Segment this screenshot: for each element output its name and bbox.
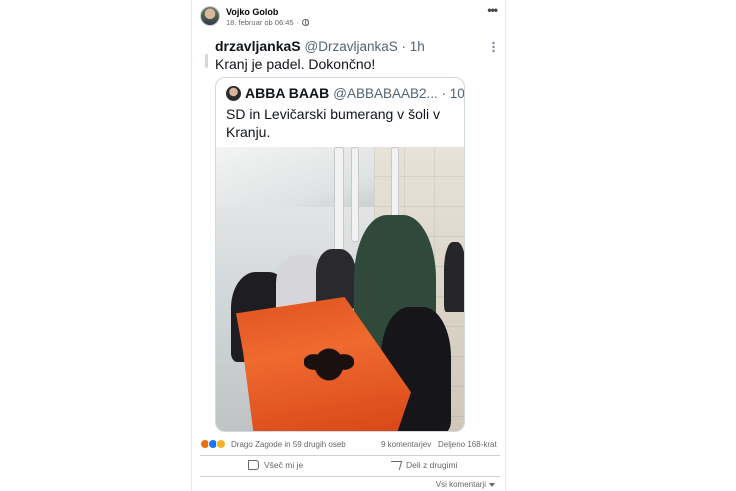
- share-arrow-icon: [388, 460, 403, 470]
- quoted-tweet-author-handle: @ABBABAAB2... · 10h: [333, 85, 465, 101]
- embedded-tweet-image[interactable]: drzavljankaS @DrzavljankaS · 1h Kranj je…: [205, 34, 495, 432]
- like-button[interactable]: Všeč mi je: [248, 460, 303, 470]
- reactors-text[interactable]: Drago Zagode in 59 drugih oseb: [231, 440, 346, 449]
- post-meta: 18. februar ob 06:45 ·: [226, 18, 310, 27]
- share-button-label: Deli z drugimi: [406, 460, 458, 470]
- quoted-tweet-text: SD in Levičarski bumerang v šoli v Kranj…: [226, 106, 440, 140]
- globe-icon: [302, 19, 310, 26]
- photo-pipe: [391, 147, 399, 222]
- reaction-icons[interactable]: [200, 439, 226, 449]
- like-button-label: Všeč mi je: [264, 460, 304, 470]
- photo-ceiling: [216, 147, 386, 207]
- quoted-tweet-header: ABBA BAAB @ABBABAAB2... · 10h: [226, 85, 465, 101]
- comment-sort-label: Vsi komentarji: [435, 480, 486, 489]
- chevron-down-icon: [489, 482, 495, 487]
- divider: [200, 476, 500, 477]
- eagle-icon: [304, 342, 354, 392]
- divider: [200, 455, 500, 456]
- photo-person: [444, 242, 464, 312]
- post-card: Vojko Golob 18. februar ob 06:45 · ••• d…: [191, 0, 506, 491]
- photo-pipe: [334, 147, 344, 257]
- tweet-text: Kranj je padel. Dokončno!: [215, 56, 376, 72]
- post-header: Vojko Golob 18. februar ob 06:45 ·: [200, 6, 500, 30]
- photo-pipe: [351, 147, 359, 242]
- quoted-tweet-photo: [216, 147, 464, 431]
- author-avatar[interactable]: [200, 6, 220, 26]
- post-stats: Drago Zagode in 59 drugih oseb 9 komenta…: [200, 438, 500, 452]
- quoted-tweet-author-name: ABBA BAAB: [245, 85, 330, 101]
- haha-reaction-icon: [216, 439, 226, 449]
- tweet-author-handle: @DrzavljankaS · 1h: [304, 39, 425, 54]
- post-date[interactable]: 18. februar ob 06:45: [226, 18, 294, 27]
- thumbs-up-icon: [248, 460, 259, 470]
- quoted-tweet-avatar: [226, 85, 241, 101]
- thread-line: [205, 54, 208, 68]
- tweet-header: drzavljankaS @DrzavljankaS · 1h: [215, 38, 425, 54]
- comments-count[interactable]: 9 komentarjev: [381, 440, 431, 449]
- comment-sort-dropdown[interactable]: Vsi komentarji: [436, 480, 495, 489]
- shares-count[interactable]: Deljeno 168-krat: [438, 440, 497, 449]
- separator-dot: ·: [296, 18, 300, 27]
- tweet-author-name: drzavljankaS: [215, 38, 301, 54]
- author-name[interactable]: Vojko Golob: [226, 7, 278, 17]
- tweet-more-icon: [492, 41, 495, 53]
- more-icon[interactable]: •••: [487, 4, 498, 16]
- share-button[interactable]: Deli z drugimi: [388, 460, 458, 470]
- post-actions: Všeč mi je Deli z drugimi: [200, 458, 500, 476]
- quoted-tweet: ABBA BAAB @ABBABAAB2... · 10h SD in Levi…: [215, 77, 465, 432]
